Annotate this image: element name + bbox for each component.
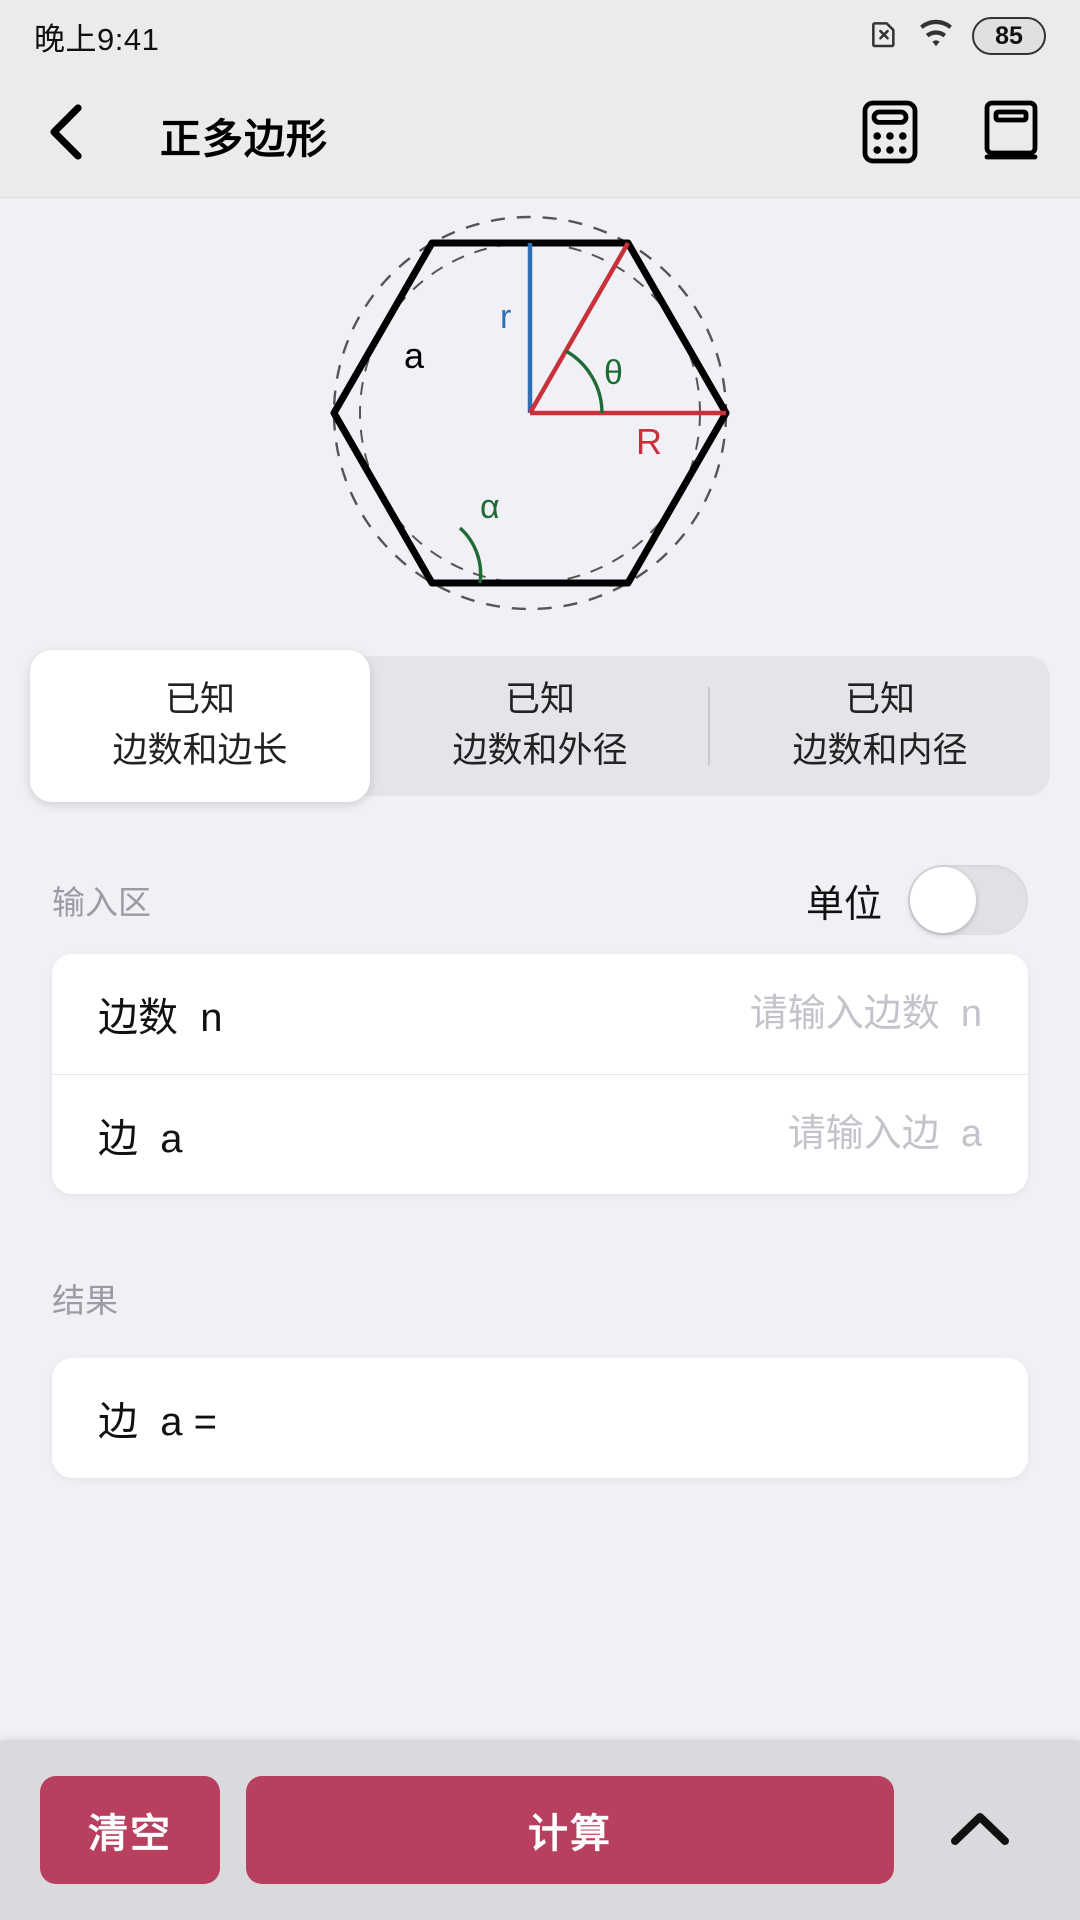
header-actions: [860, 98, 1040, 171]
tab-known-sides-and-circumradius[interactable]: 已知 边数和外径: [370, 656, 710, 796]
calculator-icon[interactable]: [860, 98, 920, 171]
status-bar: 晚上9:41 85: [0, 0, 1080, 72]
page-title: 正多边形: [160, 115, 328, 162]
result-section-header: 结果: [0, 1252, 1080, 1344]
chevron-up-icon: [949, 1809, 1011, 1852]
tab-known-sides-and-length[interactable]: 已知 边数和边长: [30, 650, 370, 802]
sides-input[interactable]: [462, 992, 982, 1036]
status-icons: 85: [868, 17, 1046, 55]
result-section-label: 结果: [52, 1282, 118, 1319]
field-label-side-length: 边 a: [98, 1116, 183, 1161]
label-interior-angle: α: [480, 488, 500, 526]
label-side: a: [404, 335, 425, 376]
regular-polygon-diagram: r R θ α a: [0, 198, 1080, 638]
mode-tabs-wrapper: 已知 边数和边长 已知 边数和外径 已知 边数和内径: [0, 638, 1080, 802]
bottom-action-bar: 清空 计算: [0, 1740, 1080, 1920]
tab-line2: 边数和内径: [792, 731, 968, 770]
input-card: 边数 n 边 a: [52, 954, 1028, 1194]
result-row-side: 边 a =: [52, 1358, 1028, 1478]
tab-line1: 已知: [164, 680, 235, 720]
central-angle-arc: [565, 349, 604, 414]
status-time: 晚上9:41: [34, 21, 160, 57]
tab-line1: 已知: [504, 680, 575, 720]
field-row-side-length[interactable]: 边 a: [52, 1074, 1028, 1194]
label-central-angle: θ: [604, 354, 623, 392]
label-circumradius: R: [636, 421, 662, 462]
label-inradius: r: [500, 298, 511, 336]
mode-tabs: 已知 边数和边长 已知 边数和外径 已知 边数和内径: [30, 650, 1050, 802]
result-card: 边 a =: [52, 1358, 1028, 1478]
book-icon[interactable]: [982, 98, 1040, 171]
app-header: 正多边形: [0, 72, 1080, 198]
unit-toggle-knob: [910, 867, 976, 933]
battery-icon: 85: [972, 17, 1046, 55]
app-screen: 晚上9:41 85 正多边形 r R θ α a 已知 边数和边长 已知 边数和…: [0, 0, 1080, 1920]
field-row-sides[interactable]: 边数 n: [52, 954, 1028, 1074]
chevron-left-icon: [40, 100, 92, 169]
unit-toggle[interactable]: [908, 865, 1028, 935]
polygon-svg: r R θ α a: [330, 215, 730, 611]
side-length-input[interactable]: [462, 1113, 982, 1156]
tab-line2: 边数和外径: [452, 731, 628, 770]
unit-label: 单位: [805, 883, 882, 926]
battery-level: 85: [995, 21, 1023, 50]
tab-line2: 边数和边长: [112, 731, 288, 770]
unit-group: 单位: [806, 865, 1028, 935]
input-section-header: 输入区 单位: [0, 854, 1080, 946]
back-button[interactable]: [40, 100, 110, 169]
expand-button[interactable]: [920, 1809, 1040, 1852]
tab-line1: 已知: [844, 680, 915, 720]
clear-button[interactable]: 清空: [40, 1776, 220, 1884]
field-label-sides: 边数 n: [98, 996, 223, 1040]
result-label-side: 边 a =: [98, 1400, 217, 1444]
wifi-icon: [918, 19, 954, 54]
input-section-label: 输入区: [52, 884, 151, 921]
sim-card-off-icon: [868, 18, 900, 55]
calculate-button[interactable]: 计算: [246, 1776, 894, 1884]
tab-known-sides-and-inradius[interactable]: 已知 边数和内径: [710, 656, 1050, 796]
